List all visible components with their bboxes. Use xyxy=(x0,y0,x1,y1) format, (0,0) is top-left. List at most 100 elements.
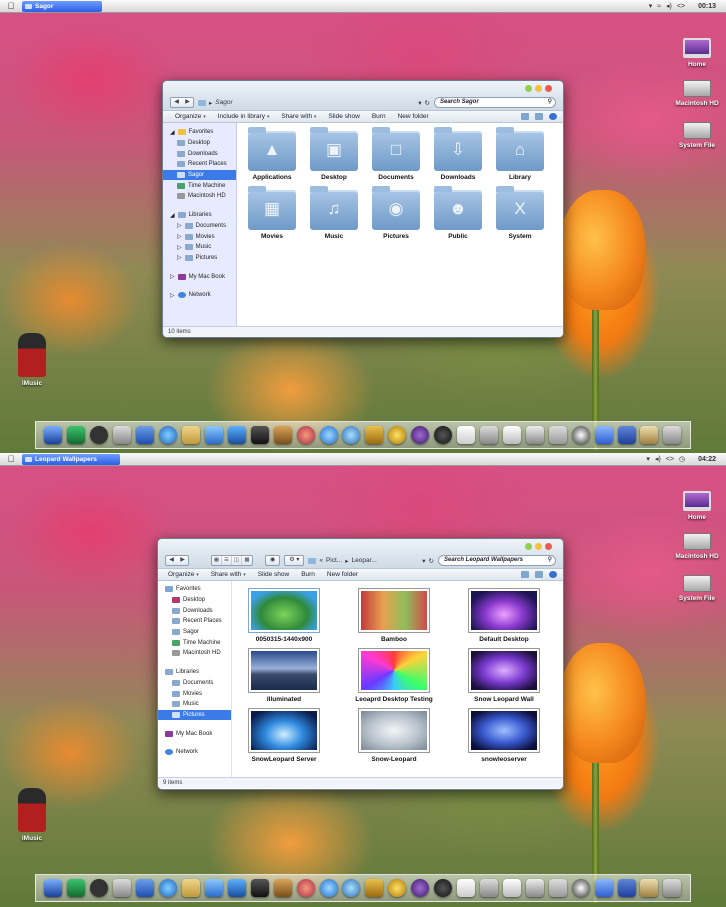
star-icon[interactable] xyxy=(388,426,407,444)
clock[interactable]: 00:13 xyxy=(698,3,716,10)
apple-icon[interactable]:  xyxy=(0,1,22,11)
preview-pane-icon[interactable] xyxy=(535,113,543,120)
code-icon[interactable]: <> xyxy=(677,3,685,10)
printer-icon[interactable] xyxy=(548,879,567,897)
folder-applications[interactable]: ▲ Applications xyxy=(242,127,302,181)
search-input[interactable]: Search Leopard Wallpapers ⚲ xyxy=(438,555,556,566)
media-icon[interactable] xyxy=(227,879,246,897)
firefox-icon[interactable] xyxy=(296,426,315,444)
trash-icon[interactable] xyxy=(663,879,682,897)
desktop-icon-macintosh-hd[interactable]: Macintosh HD xyxy=(667,80,726,107)
organize-button[interactable]: Organize ▾ xyxy=(168,571,199,578)
desktop-icon-system-file[interactable]: System File xyxy=(667,575,726,602)
folder-library[interactable]: ⌂ Library xyxy=(490,127,550,181)
sidebar-item-music[interactable]: Music xyxy=(158,699,231,710)
network-icon[interactable] xyxy=(342,426,361,444)
breadcrumb-pictures[interactable]: Pict... xyxy=(326,557,342,564)
sidebar-favorites[interactable]: Favorites xyxy=(158,584,231,595)
home-icon[interactable] xyxy=(457,879,476,897)
media-player-icon[interactable] xyxy=(411,426,430,444)
sidebar-libraries[interactable]: Libraries xyxy=(158,667,231,678)
quick-look-button[interactable]: ◉ xyxy=(265,555,281,566)
folder-pictures[interactable]: ◉ Pictures xyxy=(366,186,426,240)
file-thumbnail[interactable]: Leoaprd Desktop Testing xyxy=(344,649,444,703)
home-icon[interactable] xyxy=(457,426,476,444)
photo-icon[interactable] xyxy=(273,879,292,897)
star-icon[interactable] xyxy=(388,879,407,897)
expand-arrow-icon[interactable]: ◢ xyxy=(170,129,175,136)
firefox-icon[interactable] xyxy=(296,879,315,897)
documents-stack-icon[interactable] xyxy=(594,879,613,897)
sidebar-item-music[interactable]: ▷ Music xyxy=(163,242,236,253)
file-thumbnail[interactable]: Default Desktop xyxy=(454,589,554,643)
file-thumbnail[interactable]: snowleoserver xyxy=(454,709,554,763)
desktop-icon-home[interactable]: Home xyxy=(667,491,726,521)
sidebar-item-macintosh-hd[interactable]: Macintosh HD xyxy=(163,191,236,202)
desktop-icon-imusic[interactable]: iMusic xyxy=(2,333,62,387)
burn-button[interactable]: Burn xyxy=(301,571,315,578)
browser-icon[interactable] xyxy=(159,879,178,897)
refresh-icon[interactable]: ↻ xyxy=(425,99,430,107)
preferences-icon[interactable] xyxy=(113,879,132,897)
close-button[interactable] xyxy=(545,543,552,550)
organize-button[interactable]: Organize ▾ xyxy=(175,113,206,120)
coverflow-view-button[interactable]: ▩ xyxy=(242,556,252,565)
include-in-library-button[interactable]: Include in library ▾ xyxy=(218,113,270,120)
file-thumbnail[interactable]: Bamboo xyxy=(344,589,444,643)
minimize-button[interactable] xyxy=(535,85,542,92)
sidebar-item-pictures[interactable]: ▷ Pictures xyxy=(163,253,236,264)
safari-icon[interactable] xyxy=(319,879,338,897)
folder-desktop[interactable]: ▣ Desktop xyxy=(304,127,364,181)
minimize-button[interactable] xyxy=(535,543,542,550)
dropdown-arrow-icon[interactable]: ▾ xyxy=(418,99,421,107)
sidebar-favorites[interactable]: ◢ Favorites xyxy=(163,127,236,138)
expand-arrow-icon[interactable]: ▷ xyxy=(177,244,182,251)
help-icon[interactable] xyxy=(549,113,557,120)
folder-public[interactable]: ☻ Public xyxy=(428,186,488,240)
back-button[interactable]: ◀ xyxy=(166,556,177,565)
address-bar[interactable]: «Pict... ▸ Leopar... ▾ ↻ xyxy=(308,555,434,566)
file-thumbnail[interactable]: SnowLeopard Server xyxy=(234,709,334,763)
tools-icon[interactable] xyxy=(365,879,384,897)
expand-arrow-icon[interactable]: ▷ xyxy=(177,233,182,240)
downloads-stack-icon[interactable] xyxy=(617,426,636,444)
media-player-icon[interactable] xyxy=(411,879,430,897)
video-icon[interactable] xyxy=(250,879,269,897)
burn-button[interactable]: Burn xyxy=(372,113,386,120)
slide-show-button[interactable]: Slide show xyxy=(328,113,359,120)
download-icon[interactable] xyxy=(502,426,521,444)
folder-documents[interactable]: □ Documents xyxy=(366,127,426,181)
documents-stack-icon[interactable] xyxy=(594,426,613,444)
camera-icon[interactable] xyxy=(434,426,453,444)
grapher-icon[interactable] xyxy=(525,879,544,897)
sidebar-libraries[interactable]: ◢ Libraries xyxy=(163,210,236,221)
expand-arrow-icon[interactable]: ▷ xyxy=(177,254,182,261)
finder-icon[interactable] xyxy=(44,426,63,444)
mac-finder-icon[interactable] xyxy=(136,426,155,444)
file-thumbnail[interactable]: Snow-Leopard xyxy=(344,709,444,763)
icon-view-button[interactable]: ▦ xyxy=(212,556,222,565)
taskbar-window-tab[interactable]: Sagor xyxy=(22,0,102,12)
sidebar-item-documents[interactable]: ▷ Documents xyxy=(163,221,236,232)
expand-arrow-icon[interactable]: ▷ xyxy=(177,222,182,229)
chevron-down-icon[interactable]: ▾ xyxy=(646,455,650,463)
download-icon[interactable] xyxy=(502,879,521,897)
browser-icon[interactable] xyxy=(159,426,178,444)
power-icon[interactable] xyxy=(571,426,590,444)
folder-downloads[interactable]: ⇩ Downloads xyxy=(428,127,488,181)
finder-icon[interactable] xyxy=(44,879,63,897)
video-icon[interactable] xyxy=(250,426,269,444)
sidebar-item-desktop[interactable]: Desktop xyxy=(158,595,231,606)
clock-icon[interactable] xyxy=(90,426,109,444)
address-bar[interactable]: ▸ Sagor ▾ ↻ xyxy=(198,97,430,108)
help-icon[interactable] xyxy=(549,571,557,578)
folder-movies[interactable]: ▦ Movies xyxy=(242,186,302,240)
slide-show-button[interactable]: Slide show xyxy=(258,571,289,578)
sidebar-item-pictures[interactable]: Pictures xyxy=(158,709,231,721)
maximize-button[interactable] xyxy=(525,543,532,550)
clock[interactable]: 04:22 xyxy=(698,456,716,463)
sidebar-item-macintosh-hd[interactable]: Macintosh HD xyxy=(158,648,231,659)
forward-button[interactable]: ▶ xyxy=(182,98,193,107)
taskbar-window-tab[interactable]: Leopard Wallpapers xyxy=(22,453,120,465)
time-machine-icon[interactable]: ◷ xyxy=(679,455,685,463)
